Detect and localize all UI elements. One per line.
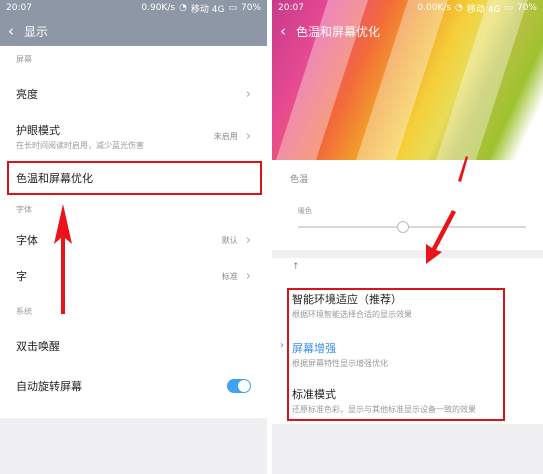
right-screen: 20:07 0.00K/s ◔ 移动 4G ▭ 70% ‹ 色温和屏幕优化 色温… <box>272 0 543 474</box>
battery-level: 70% <box>516 3 537 13</box>
battery-icon: ▭ <box>504 3 513 13</box>
battery-icon: ▭ <box>228 3 237 13</box>
title-bar: ‹ 显示 <box>0 16 267 46</box>
status-bar: 20:07 0.90K/s ◔ 移动 4G ▭ 70% <box>0 0 267 16</box>
font-label: 字体 <box>16 234 38 247</box>
eye-care-item[interactable]: 护眼模式 在长时间阅读时启用，减少蓝光伤害 未启用 › <box>0 114 267 158</box>
highlight-box <box>7 161 262 195</box>
status-time: 20:07 <box>6 3 32 13</box>
font-item[interactable]: 字体 默认 › <box>0 222 267 258</box>
carrier-label: 移动 4G <box>190 4 225 15</box>
chevron-right-icon: › <box>245 232 251 248</box>
eye-care-value: 未启用 <box>213 131 238 141</box>
section-header-screen: 屏幕 <box>16 55 32 64</box>
page-title: 色温和屏幕优化 <box>296 24 381 39</box>
double-tap-item[interactable]: 双击唤醒 <box>0 326 267 366</box>
highlight-box <box>287 288 505 421</box>
section-header-font: 字体 <box>16 205 32 214</box>
chevron-right-icon: › <box>245 128 251 144</box>
network-speed: 0.90K/s <box>141 3 176 13</box>
red-arrow-tail-icon <box>458 156 468 182</box>
font-size-value: 标准 <box>221 271 238 281</box>
font-size-item[interactable]: 字 标准 › <box>0 258 267 294</box>
slider-thumb[interactable] <box>396 221 409 233</box>
back-arrow-icon[interactable]: ‹ <box>8 23 14 39</box>
red-down-arrow-icon <box>426 210 456 264</box>
back-arrow-icon[interactable]: ‹ <box>280 23 286 39</box>
status-bar: 20:07 0.00K/s ◔ 移动 4G ▭ 70% <box>272 0 543 16</box>
wifi-icon: ◔ <box>455 3 463 13</box>
network-speed: 0.00K/s <box>417 3 452 13</box>
double-tap-label: 双击唤醒 <box>16 340 60 353</box>
chevron-right-icon: › <box>245 268 251 284</box>
marker-icon: ↑ <box>292 262 300 272</box>
wifi-icon: ◔ <box>179 3 187 13</box>
brightness-label: 亮度 <box>16 88 38 101</box>
bottom-spacer <box>272 424 543 474</box>
title-bar: ‹ 色温和屏幕优化 <box>272 16 543 46</box>
battery-level: 70% <box>240 3 261 13</box>
red-up-arrow-icon <box>54 204 72 314</box>
eye-care-label: 护眼模式 <box>16 123 60 137</box>
color-temp-slider[interactable] <box>298 226 526 228</box>
carrier-label: 移动 4G <box>466 4 501 15</box>
auto-rotate-toggle[interactable] <box>227 379 251 393</box>
status-time: 20:07 <box>278 3 304 13</box>
bottom-spacer <box>0 418 267 474</box>
brightness-item[interactable]: 亮度 › <box>0 74 267 114</box>
font-size-label: 字 <box>16 270 27 283</box>
color-temp-label: 色温 <box>290 175 309 185</box>
section-divider <box>272 250 543 258</box>
auto-rotate-label: 自动旋转屏幕 <box>16 380 82 393</box>
chevron-right-icon: › <box>245 86 251 102</box>
font-value: 默认 <box>221 235 238 245</box>
auto-rotate-item[interactable]: 自动旋转屏幕 <box>0 366 267 406</box>
eye-care-subtitle: 在长时间阅读时启用，减少蓝光伤害 <box>16 140 144 150</box>
section-header-system: 系统 <box>16 307 32 316</box>
slider-label: 暖色 <box>298 207 312 215</box>
selected-indicator-icon: › <box>280 340 284 351</box>
left-screen: 20:07 0.90K/s ◔ 移动 4G ▭ 70% ‹ 显示 屏幕 亮度 ›… <box>0 0 267 474</box>
page-title: 显示 <box>24 24 49 39</box>
